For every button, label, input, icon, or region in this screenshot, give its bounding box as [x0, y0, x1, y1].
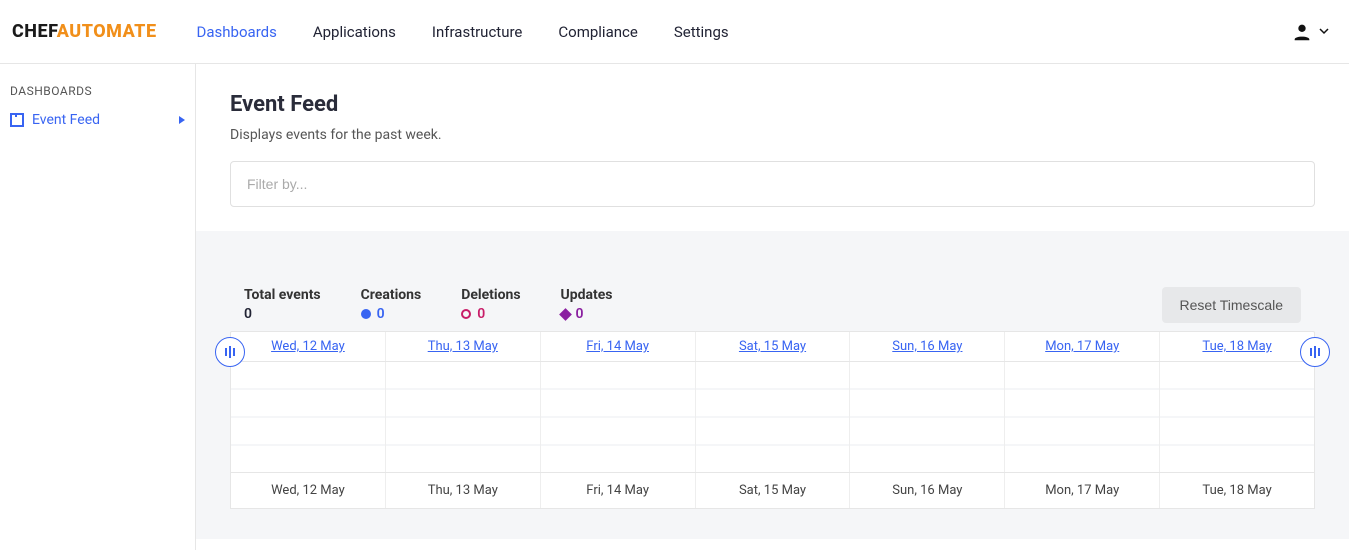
stat-deletions: Deletions 0	[461, 287, 520, 322]
timeline-footer-row: Wed, 12 May Thu, 13 May Fri, 14 May Sat,…	[230, 472, 1315, 509]
sidebar-item-label: Event Feed	[32, 112, 100, 128]
circle-filled-icon	[361, 309, 371, 319]
logo-part1: CHEF	[12, 21, 57, 42]
page-title: Event Feed	[230, 92, 1315, 117]
timeline-col	[850, 362, 1005, 472]
chevron-down-icon	[1319, 24, 1329, 40]
top-nav: CHEFAUTOMATE Dashboards Applications Inf…	[0, 0, 1349, 64]
timeline-col	[541, 362, 696, 472]
timeline-footer-day: Sun, 16 May	[850, 473, 1005, 508]
circle-outline-icon	[461, 309, 471, 319]
timeline-col	[696, 362, 851, 472]
timeline-header-day[interactable]: Fri, 14 May	[541, 332, 696, 361]
timeline-header-day[interactable]: Thu, 13 May	[386, 332, 541, 361]
timeline: Wed, 12 May Thu, 13 May Fri, 14 May Sat,…	[230, 331, 1315, 509]
timeline-panel: Total events 0 Creations 0 Deletions	[196, 231, 1349, 539]
timeline-footer-day: Fri, 14 May	[541, 473, 696, 508]
timeline-footer-day: Sat, 15 May	[696, 473, 851, 508]
sidebar-item-event-feed[interactable]: Event Feed	[10, 112, 185, 128]
nav-dashboards[interactable]: Dashboards	[197, 23, 277, 41]
timeline-header-day[interactable]: Sun, 16 May	[850, 332, 1005, 361]
stat-deletions-value: 0	[477, 306, 485, 322]
stat-updates-value: 0	[576, 306, 584, 322]
drag-handle-icon	[1310, 346, 1320, 358]
diamond-icon	[559, 308, 572, 321]
triangle-right-icon	[179, 116, 185, 124]
timeline-col	[1160, 362, 1314, 472]
timeline-footer-day: Wed, 12 May	[231, 473, 386, 508]
timeline-header-row: Wed, 12 May Thu, 13 May Fri, 14 May Sat,…	[230, 331, 1315, 362]
timeline-header-day[interactable]: Sat, 15 May	[696, 332, 851, 361]
stat-creations-label: Creations	[361, 287, 422, 303]
logo-part2: AUTOMATE	[57, 21, 157, 42]
filter-input[interactable]	[230, 161, 1315, 207]
stat-total-value: 0	[244, 306, 252, 322]
timeline-footer-day: Tue, 18 May	[1160, 473, 1314, 508]
calendar-icon	[10, 113, 24, 127]
timeline-footer-day: Thu, 13 May	[386, 473, 541, 508]
timeline-handle-right[interactable]	[1300, 337, 1330, 367]
stat-updates-label: Updates	[561, 287, 613, 303]
timeline-handle-left[interactable]	[215, 337, 245, 367]
logo[interactable]: CHEFAUTOMATE	[12, 21, 157, 42]
timeline-col	[1005, 362, 1160, 472]
sidebar: DASHBOARDS Event Feed	[0, 64, 196, 550]
stat-creations: Creations 0	[361, 287, 422, 322]
nav-compliance[interactable]: Compliance	[558, 23, 637, 41]
timeline-header-day[interactable]: Mon, 17 May	[1005, 332, 1160, 361]
sidebar-heading: DASHBOARDS	[10, 84, 185, 98]
page-subtitle: Displays events for the past week.	[230, 127, 1315, 143]
drag-handle-icon	[225, 346, 235, 358]
timeline-header-day[interactable]: Tue, 18 May	[1160, 332, 1314, 361]
nav-infrastructure[interactable]: Infrastructure	[432, 23, 522, 41]
reset-timescale-button[interactable]: Reset Timescale	[1162, 287, 1301, 323]
main: Event Feed Displays events for the past …	[196, 64, 1349, 550]
user-menu[interactable]	[1291, 21, 1329, 43]
timeline-col	[231, 362, 386, 472]
nav-applications[interactable]: Applications	[313, 23, 396, 41]
stat-updates: Updates 0	[561, 287, 613, 322]
timeline-chart-area	[230, 362, 1315, 472]
stat-deletions-label: Deletions	[461, 287, 520, 303]
stat-total-label: Total events	[244, 287, 321, 303]
stat-total: Total events 0	[244, 287, 321, 322]
nav-items: Dashboards Applications Infrastructure C…	[197, 23, 729, 41]
timeline-header-day[interactable]: Wed, 12 May	[231, 332, 386, 361]
nav-settings[interactable]: Settings	[674, 23, 729, 41]
stat-creations-value: 0	[377, 306, 385, 322]
timeline-col	[386, 362, 541, 472]
timeline-footer-day: Mon, 17 May	[1005, 473, 1160, 508]
user-icon	[1291, 21, 1313, 43]
